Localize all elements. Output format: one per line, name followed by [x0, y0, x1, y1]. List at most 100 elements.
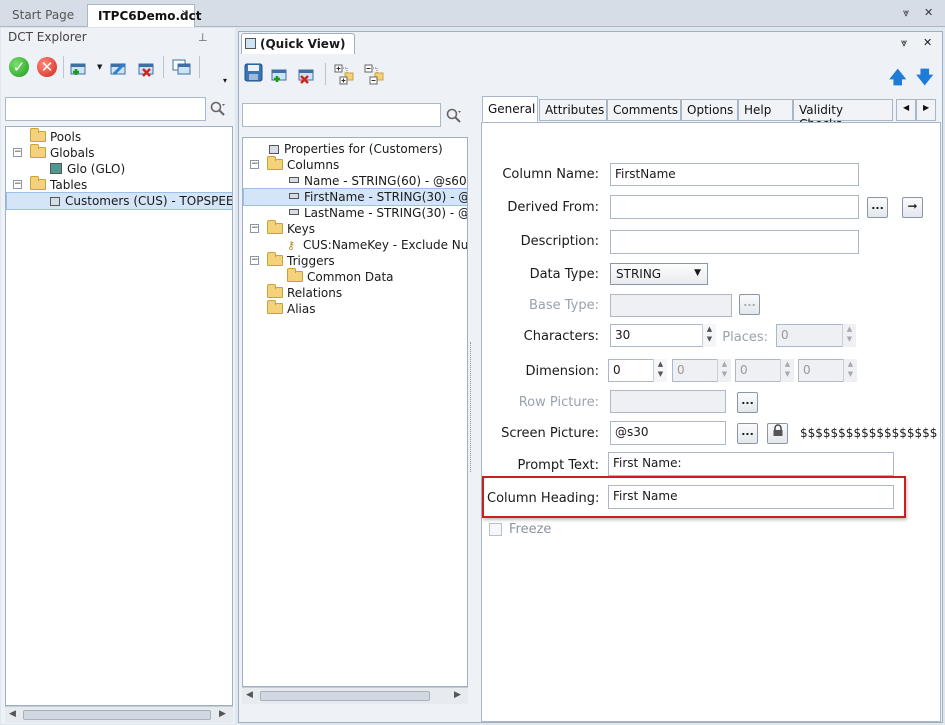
tree-node-globals[interactable]: Globals — [30, 144, 95, 161]
tab-attributes[interactable]: Attributes — [539, 99, 607, 121]
column-name-input[interactable]: FirstName — [610, 163, 859, 186]
add-column-icon[interactable] — [270, 65, 290, 85]
column-heading-input[interactable]: First Name — [608, 485, 894, 509]
close-icon[interactable]: ✕ — [923, 36, 932, 49]
tree-node-tables[interactable]: Tables — [30, 176, 87, 193]
dimension-spinner-4[interactable]: ▲ ▼ — [843, 359, 857, 382]
derived-from-browse-button[interactable]: ... — [867, 197, 888, 218]
toolbar-overflow-icon[interactable]: ▾ — [223, 76, 227, 85]
collapse-all-icon[interactable] — [363, 63, 384, 85]
tab-options[interactable]: Options — [681, 99, 738, 121]
row-picture-input[interactable] — [610, 390, 726, 413]
collapse-icon[interactable]: − — [13, 148, 22, 157]
tree-node-label: Alias — [287, 302, 316, 316]
collapse-icon[interactable]: − — [13, 180, 22, 189]
derived-from-input[interactable] — [610, 195, 859, 219]
tab-scroll-left-icon[interactable]: ◀ — [896, 99, 916, 121]
horizontal-scrollbar[interactable]: ◀ ▶ — [5, 706, 233, 723]
collapse-icon[interactable]: − — [250, 224, 259, 233]
delete-table-icon[interactable] — [137, 58, 157, 78]
chevron-down-icon[interactable]: ⩔ — [901, 36, 907, 50]
tree-node-common-data[interactable]: Common Data — [287, 268, 394, 285]
characters-input[interactable]: 30 — [610, 324, 716, 347]
collapse-icon[interactable]: − — [250, 256, 259, 265]
scroll-left-icon[interactable]: ◀ — [246, 690, 253, 700]
description-label: Description: — [520, 234, 599, 249]
tree-node-customers[interactable]: Customers (CUS) - TOPSPEED — [6, 192, 232, 210]
tab-quick-view[interactable]: (Quick View) — [241, 33, 355, 54]
prompt-text-label: Prompt Text: — [517, 458, 599, 473]
cancel-icon[interactable]: ✕ — [37, 57, 57, 77]
tree-node-columns[interactable]: Columns — [267, 156, 339, 173]
tab-help[interactable]: Help — [738, 99, 793, 121]
scroll-right-icon[interactable]: ▶ — [454, 690, 461, 700]
description-input[interactable] — [610, 230, 859, 254]
tree-node-glo[interactable]: Glo (GLO) — [50, 161, 125, 177]
tab-scroll-right-icon[interactable]: ▶ — [916, 99, 936, 121]
dimension-spinner-2[interactable]: ▲ ▼ — [717, 359, 731, 382]
dropdown-arrow-icon[interactable]: ▼ — [97, 63, 102, 71]
copy-window-icon[interactable] — [171, 57, 191, 77]
chevron-down-icon[interactable]: ⩔ — [903, 6, 909, 20]
dimension-spinner-1[interactable]: ▲ ▼ — [653, 359, 667, 382]
expand-all-icon[interactable] — [333, 63, 354, 85]
tree-node-pools[interactable]: Pools — [30, 128, 81, 145]
base-type-browse-button[interactable]: ... — [739, 294, 760, 315]
tree-node-label: Globals — [50, 146, 95, 160]
add-table-icon[interactable] — [69, 58, 89, 78]
lock-icon[interactable] — [767, 423, 788, 444]
tab-validity-checks[interactable]: Validity Checks — [793, 99, 893, 131]
arrow-right-icon[interactable]: ➞ — [902, 197, 923, 218]
screen-picture-preview: $$$$$$$$$$$$$$$$$$ — [800, 426, 938, 440]
places-spinner[interactable]: ▲ ▼ — [842, 324, 856, 347]
move-up-icon[interactable]: 🡅 — [889, 65, 906, 94]
tab-start-page[interactable]: Start Page — [2, 4, 84, 27]
folder-icon — [267, 300, 283, 314]
tree-node-alias[interactable]: Alias — [267, 300, 316, 317]
tree-node-relations[interactable]: Relations — [267, 284, 342, 301]
tree-node-key-namekey[interactable]: ⚷ CUS:NameKey - Exclude Nulls — [287, 237, 467, 253]
column-icon — [289, 193, 299, 199]
columns-search-input[interactable] — [242, 103, 441, 127]
tab-quick-view-label: (Quick View) — [260, 37, 346, 51]
tab-general[interactable]: General — [482, 96, 538, 122]
collapse-icon[interactable]: − — [250, 160, 259, 169]
tree-node-column-firstname[interactable]: FirstName - STRING(30) - @s30 — [243, 188, 467, 206]
tree-node-label: Keys — [287, 222, 316, 236]
row-picture-browse-button[interactable]: ... — [737, 392, 758, 413]
freeze-checkbox[interactable] — [489, 523, 502, 536]
tree-node-column-lastname[interactable]: LastName - STRING(30) - @s30 — [289, 205, 467, 221]
screen-picture-input[interactable]: @s30 — [610, 421, 726, 445]
horizontal-scrollbar[interactable]: ◀ ▶ — [242, 687, 468, 704]
tree-node-keys[interactable]: Keys — [267, 220, 316, 237]
tab-itpc6demo[interactable]: ITPC6Demo.dct × — [87, 4, 201, 27]
delete-column-icon[interactable] — [297, 65, 317, 85]
explorer-search-input[interactable] — [5, 97, 206, 121]
scroll-right-icon[interactable]: ▶ — [219, 709, 226, 719]
check-icon[interactable]: ✓ — [9, 57, 29, 77]
characters-spinner[interactable]: ▲ ▼ — [702, 324, 716, 347]
save-icon[interactable] — [244, 63, 264, 83]
tab-comments[interactable]: Comments — [607, 99, 681, 121]
tree-node-triggers[interactable]: Triggers — [267, 252, 335, 269]
data-type-select[interactable]: STRING ▼ — [610, 263, 708, 285]
close-icon[interactable]: × — [181, 8, 189, 19]
edit-table-icon[interactable] — [109, 58, 129, 78]
dct-explorer-tree: Pools − Globals Glo (GLO) − Tables Custo… — [5, 126, 233, 706]
scroll-left-icon[interactable]: ◀ — [9, 709, 16, 719]
pin-icon[interactable]: ⊥ — [198, 31, 208, 44]
dimension-spinner-3[interactable]: ▲ ▼ — [780, 359, 794, 382]
prompt-text-input[interactable]: First Name: — [608, 452, 894, 476]
search-icon[interactable] — [445, 107, 463, 125]
close-icon[interactable]: ✕ — [924, 6, 933, 19]
tree-node-properties[interactable]: Properties for (Customers) — [269, 141, 443, 157]
move-down-icon[interactable]: 🡇 — [916, 65, 933, 94]
screen-picture-browse-button[interactable]: ... — [737, 423, 758, 444]
scrollbar-thumb[interactable] — [260, 691, 430, 701]
scrollbar-thumb[interactable] — [23, 710, 211, 720]
base-type-input[interactable] — [610, 294, 732, 317]
panel-splitter[interactable] — [470, 342, 474, 472]
tree-node-column-name[interactable]: Name - STRING(60) - @s60 — [289, 173, 467, 189]
folder-icon — [287, 268, 303, 282]
search-icon[interactable] — [209, 100, 227, 118]
